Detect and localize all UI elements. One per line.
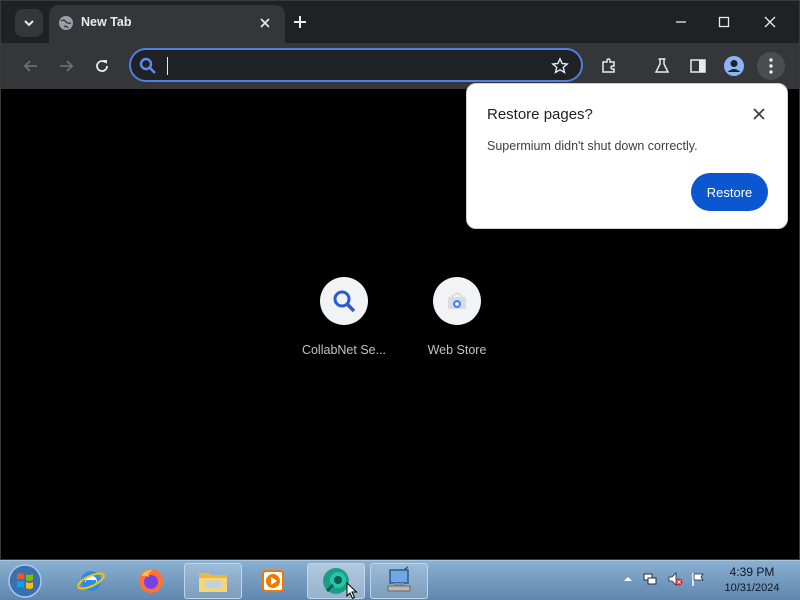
side-panel-icon (690, 59, 706, 73)
dialog-title: Restore pages? (487, 106, 593, 123)
taskbar-network-app[interactable] (370, 563, 428, 599)
folder-icon (199, 573, 227, 592)
taskbar-internet-explorer[interactable] (62, 563, 120, 599)
search-icon (139, 57, 156, 74)
windows-logo-icon (8, 564, 42, 598)
close-window-icon (764, 16, 776, 28)
tab-title: New Tab (81, 15, 132, 29)
plus-icon[interactable] (291, 13, 309, 31)
restore-pages-dialog: Restore pages? Supermium didn't shut dow… (466, 83, 788, 229)
title-bar: New Tab (1, 1, 799, 43)
shortcut-label: CollabNet Se... (301, 343, 387, 357)
close-window-button[interactable] (750, 7, 790, 37)
maximize-icon (718, 16, 730, 28)
address-input[interactable] (165, 54, 535, 76)
system-clock[interactable]: 4:39 PM 10/31/2024 (712, 565, 792, 594)
puzzle-icon (602, 58, 615, 73)
text-caret (167, 57, 168, 75)
shortcut-web-store[interactable]: Web Store (405, 277, 509, 357)
taskbar-supermium[interactable] (307, 563, 365, 600)
close-icon[interactable] (751, 106, 767, 122)
clock-date: 10/31/2024 (724, 582, 780, 594)
shortcut-icon-container (433, 277, 481, 325)
globe-icon (59, 16, 73, 30)
network-icon[interactable] (642, 571, 658, 587)
arrow-left-icon (23, 60, 37, 72)
close-icon[interactable] (257, 15, 273, 31)
shortcut-label: Web Store (427, 343, 487, 357)
volume-muted-icon[interactable] (667, 571, 683, 587)
media-player-icon (262, 570, 284, 592)
labs-button[interactable] (651, 55, 673, 77)
side-panel-button[interactable] (687, 55, 709, 77)
browser-window: New Tab CollabNet Se... Web Store Restor… (0, 0, 800, 560)
show-hidden-icons-icon[interactable] (620, 571, 636, 587)
forward-button[interactable] (54, 54, 78, 78)
flask-icon (654, 58, 670, 73)
mouse-cursor-icon (346, 582, 358, 600)
dialog-message: Supermium didn't shut down correctly. (487, 139, 698, 153)
search-icon (333, 290, 356, 313)
action-center-flag-icon[interactable] (690, 571, 706, 587)
taskbar: 4:39 PM 10/31/2024 (0, 560, 800, 600)
restore-button[interactable]: Restore (691, 173, 768, 211)
minimize-button[interactable] (661, 7, 701, 37)
extensions-button[interactable] (598, 55, 620, 77)
chevron-down-icon (24, 20, 34, 27)
avatar-icon (724, 56, 744, 76)
minimize-icon (676, 21, 686, 23)
address-bar[interactable] (129, 48, 583, 82)
clock-time: 4:39 PM (729, 565, 775, 579)
profile-button[interactable] (723, 55, 745, 77)
tab-search-button[interactable] (15, 9, 43, 37)
taskbar-firefox[interactable] (122, 563, 180, 599)
more-vertical-icon (769, 58, 773, 74)
start-button[interactable] (6, 563, 44, 599)
shortcut-icon-container (320, 277, 368, 325)
computer-network-icon (387, 566, 411, 592)
taskbar-media-player[interactable] (244, 563, 302, 599)
reload-button[interactable] (90, 54, 114, 78)
web-store-icon (448, 292, 466, 309)
internet-explorer-icon (77, 571, 105, 591)
shortcut-collabnet[interactable]: CollabNet Se... (292, 277, 396, 357)
arrow-right-icon (60, 60, 74, 72)
back-button[interactable] (19, 54, 43, 78)
taskbar-file-explorer[interactable] (184, 563, 242, 599)
firefox-icon (139, 569, 163, 593)
star-icon[interactable] (551, 57, 569, 75)
menu-button[interactable] (757, 52, 785, 80)
reload-icon (96, 60, 108, 72)
maximize-button[interactable] (704, 7, 744, 37)
tab-new-tab[interactable]: New Tab (49, 5, 285, 43)
